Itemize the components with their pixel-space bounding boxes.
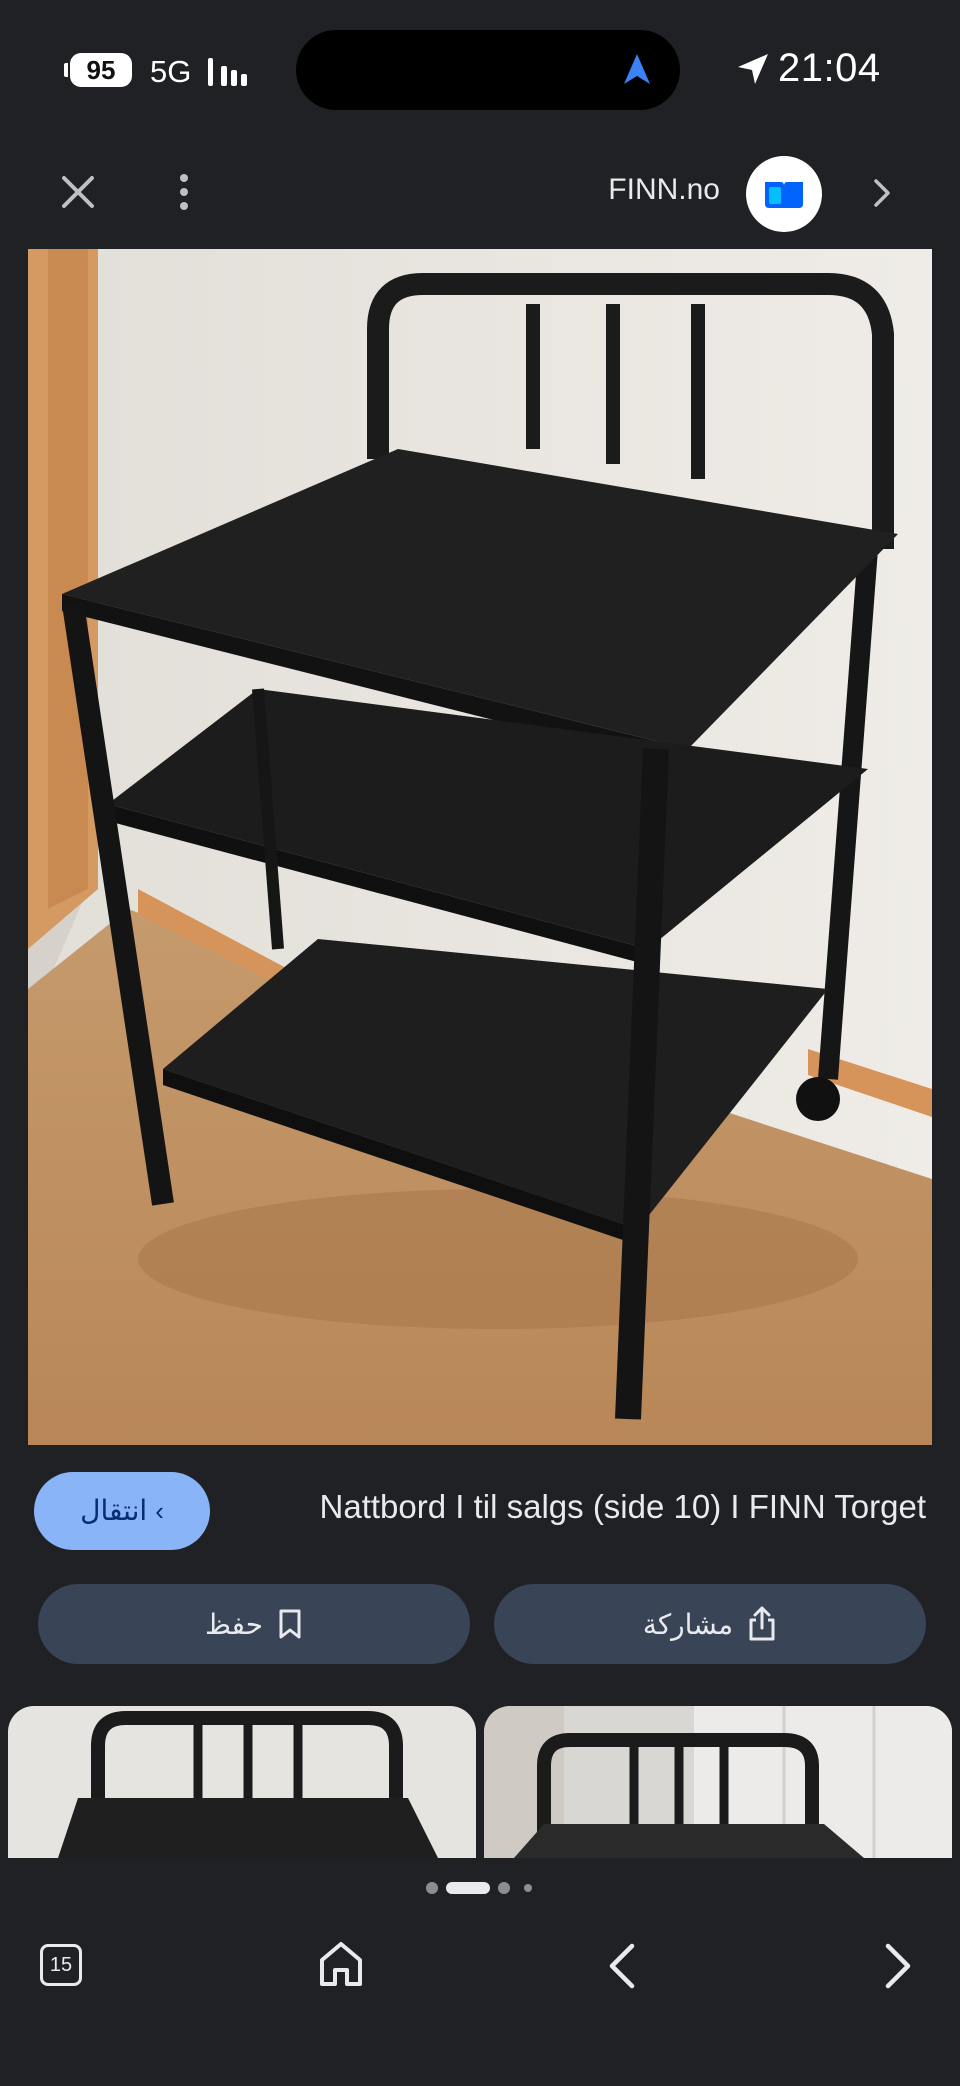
open-link-button[interactable]: انتقال ‹ <box>34 1472 210 1550</box>
finn-logo-mark <box>765 182 803 208</box>
related-photo-1 <box>8 1706 476 1858</box>
site-name[interactable]: FINN.no <box>560 173 720 207</box>
share-icon <box>749 1606 775 1641</box>
battery-nub <box>64 63 68 77</box>
bookmark-icon <box>279 1609 301 1639</box>
top-nav: FINN.no <box>0 140 960 250</box>
home-icon[interactable] <box>318 1940 364 1988</box>
product-image[interactable] <box>28 249 932 1445</box>
back-icon[interactable] <box>606 1942 636 1990</box>
lens-result-screen: 95 5G 21:04 FINN.no انتقال ‹ Nattbord I … <box>0 0 960 2086</box>
network-type: 5G <box>150 54 192 89</box>
more-vert-icon[interactable] <box>172 170 196 214</box>
close-icon[interactable] <box>56 170 100 214</box>
pager-dots <box>0 1878 960 1898</box>
signal-icon <box>208 58 247 86</box>
navigation-arrow-icon <box>624 54 650 84</box>
pager-dot-active <box>446 1882 490 1894</box>
save-label: حفظ <box>204 1608 264 1640</box>
chevron-right-icon[interactable] <box>868 176 896 210</box>
pager-dot <box>498 1882 510 1894</box>
save-button[interactable]: حفظ <box>38 1584 470 1664</box>
share-label: مشاركة <box>642 1608 734 1640</box>
chevron-left-icon: ‹ <box>155 1496 164 1526</box>
clock: 21:04 <box>778 46 881 90</box>
nightstand-photo <box>28 249 932 1445</box>
status-bar: 95 5G 21:04 <box>0 0 960 140</box>
tabs-button[interactable]: 15 <box>40 1944 82 1986</box>
finn-logo[interactable] <box>746 156 822 232</box>
pager-dot <box>426 1882 438 1894</box>
battery-indicator: 95 <box>70 53 132 87</box>
related-image-1[interactable] <box>8 1706 476 1858</box>
pager-dot <box>524 1884 532 1892</box>
result-title[interactable]: Nattbord I til salgs (side 10) I FINN To… <box>240 1488 926 1526</box>
related-image-2[interactable] <box>484 1706 952 1858</box>
forward-icon[interactable] <box>884 1942 914 1990</box>
bottom-toolbar: 15 <box>0 1906 960 2086</box>
share-button[interactable]: مشاركة <box>494 1584 926 1664</box>
related-photo-2 <box>484 1706 952 1858</box>
location-arrow-icon <box>738 54 768 84</box>
open-link-label: انتقال <box>80 1495 148 1526</box>
